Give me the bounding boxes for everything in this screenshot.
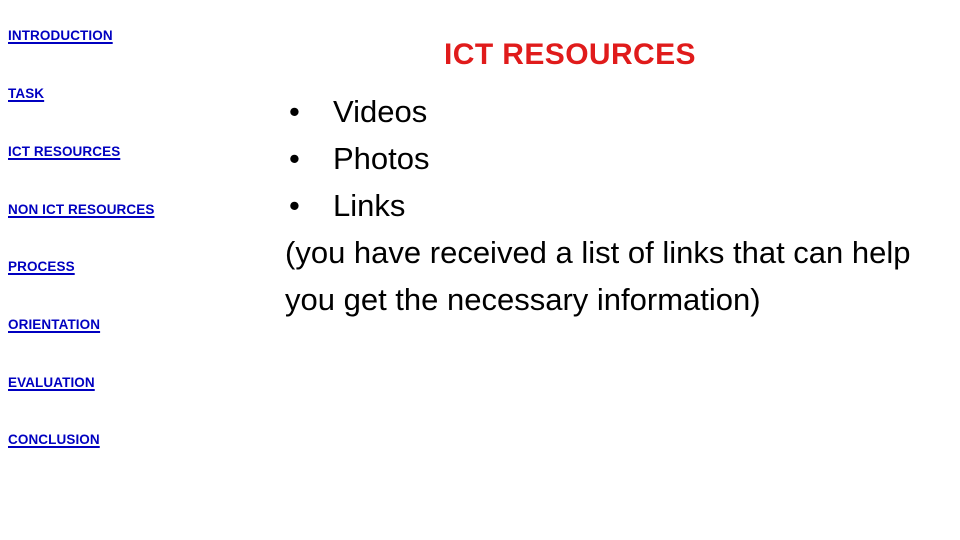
list-item: • Videos bbox=[285, 88, 950, 135]
content-body: • Videos • Photos • Links (you have rece… bbox=[285, 88, 950, 323]
sidebar-item-ict-resources[interactable]: ICT RESOURCES bbox=[8, 144, 120, 160]
list-item: • Photos bbox=[285, 135, 950, 182]
sidebar-item-conclusion[interactable]: CONCLUSION bbox=[8, 432, 100, 448]
list-item-label: Photos bbox=[333, 141, 430, 176]
sidebar-item-process[interactable]: PROCESS bbox=[8, 259, 75, 275]
list-item-label: Videos bbox=[333, 94, 428, 129]
sidebar-item-task[interactable]: TASK bbox=[8, 86, 44, 102]
list-item-label: Links bbox=[333, 188, 406, 223]
sidebar-item-introduction[interactable]: INTRODUCTION bbox=[8, 28, 113, 44]
sidebar-navigation: INTRODUCTION TASK ICT RESOURCES NON ICT … bbox=[0, 0, 250, 540]
body-paragraph: (you have received a list of links that … bbox=[285, 235, 911, 317]
presentation-slide: INTRODUCTION TASK ICT RESOURCES NON ICT … bbox=[0, 0, 960, 540]
list-item: • Links bbox=[285, 182, 950, 229]
bullet-icon: • bbox=[289, 188, 300, 223]
bullet-icon: • bbox=[289, 141, 300, 176]
bullet-icon: • bbox=[289, 94, 300, 129]
page-title: ICT RESOURCES bbox=[444, 38, 696, 72]
slide-content-area: ICT RESOURCES • Videos • Photos • Links … bbox=[250, 0, 960, 540]
sidebar-item-evaluation[interactable]: EVALUATION bbox=[8, 375, 95, 391]
resource-bullet-list: • Videos • Photos • Links bbox=[285, 88, 950, 229]
sidebar-item-orientation[interactable]: ORIENTATION bbox=[8, 317, 100, 333]
sidebar-item-non-ict-resources[interactable]: NON ICT RESOURCES bbox=[8, 202, 154, 218]
